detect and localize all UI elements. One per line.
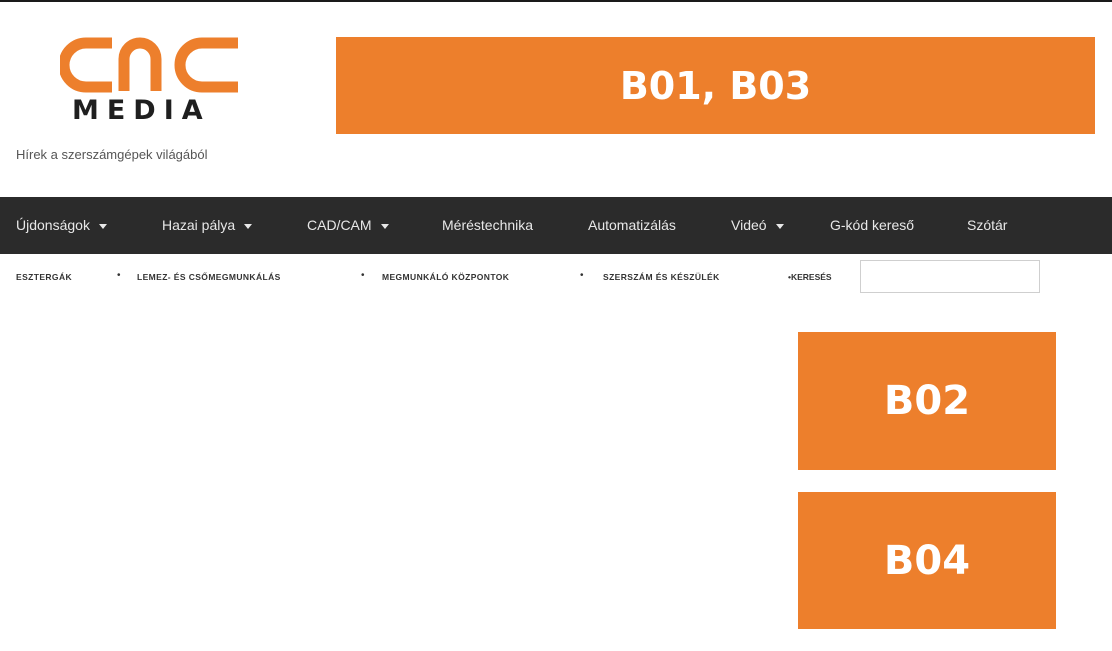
ad-banner-top[interactable]: B01, B03	[336, 37, 1095, 134]
caret-down-icon	[775, 223, 784, 229]
subnav-item-szerszam-es-keszulek[interactable]: SZERSZÁM ÉS KÉSZÜLÉK	[603, 272, 720, 282]
search-input[interactable]	[860, 260, 1040, 293]
site-tagline: Hírek a szerszámgépek világából	[16, 147, 208, 162]
cnc-logo-mark	[60, 37, 238, 93]
caret-down-icon	[380, 223, 389, 229]
ad-banner-side-1-label: B02	[883, 378, 971, 424]
nav-item-g-kod-kereso[interactable]: G-kód kereső	[830, 197, 914, 254]
nav-item-label: Automatizálás	[588, 217, 676, 233]
nav-item-szotar[interactable]: Szótár	[967, 197, 1007, 254]
ad-banner-side-2-label: B04	[883, 537, 971, 584]
site-logo[interactable]: MEDIA	[60, 35, 240, 127]
nav-item-label: G-kód kereső	[830, 217, 915, 233]
subnav-item-megmunkalo-kozpontok[interactable]: MEGMUNKÁLÓ KÖZPONTOK	[382, 272, 509, 282]
ad-banner-top-label: B01, B03	[619, 63, 812, 108]
ad-banner-side-2[interactable]: B04	[798, 492, 1056, 629]
nav-item-automatizalas[interactable]: Automatizálás	[588, 197, 676, 254]
ad-banner-side-1[interactable]: B02	[798, 332, 1056, 470]
nav-item-hazai-palya[interactable]: Hazai pálya	[162, 197, 253, 254]
bullet-separator: •	[361, 270, 365, 281]
main-nav: Újdonságok Hazai pálya CAD/CAM Méréstech…	[0, 197, 1112, 254]
subnav-item-esztergak[interactable]: ESZTERGÁK	[16, 272, 72, 282]
logo-media-text: MEDIA	[72, 95, 211, 126]
nav-item-video[interactable]: Videó	[731, 197, 784, 254]
subnav-item-lemez-es-csomegmunkalas[interactable]: LEMEZ- ÉS CSŐMEGMUNKÁLÁS	[137, 272, 281, 282]
page: MEDIA Hírek a szerszámgépek világából B0…	[0, 0, 1112, 651]
nav-item-label: Szótár	[967, 217, 1008, 233]
bullet-separator: •	[580, 270, 584, 281]
nav-item-label: CAD/CAM	[307, 217, 372, 233]
caret-down-icon	[98, 223, 107, 229]
bullet-separator: •	[117, 270, 121, 281]
nav-item-label: Méréstechnika	[442, 217, 534, 233]
nav-item-label: Videó	[731, 217, 767, 233]
nav-item-cad-cam[interactable]: CAD/CAM	[307, 197, 389, 254]
nav-item-ujdonsagok[interactable]: Újdonságok	[16, 197, 107, 254]
search-label: •KERESÉS	[788, 272, 832, 282]
sub-nav: ESZTERGÁK • LEMEZ- ÉS CSŐMEGMUNKÁLÁS • M…	[0, 260, 1112, 296]
caret-down-icon	[244, 223, 253, 229]
nav-item-label: Újdonságok	[16, 217, 90, 233]
nav-item-label: Hazai pálya	[162, 217, 236, 233]
nav-item-merestechnika[interactable]: Méréstechnika	[442, 197, 533, 254]
